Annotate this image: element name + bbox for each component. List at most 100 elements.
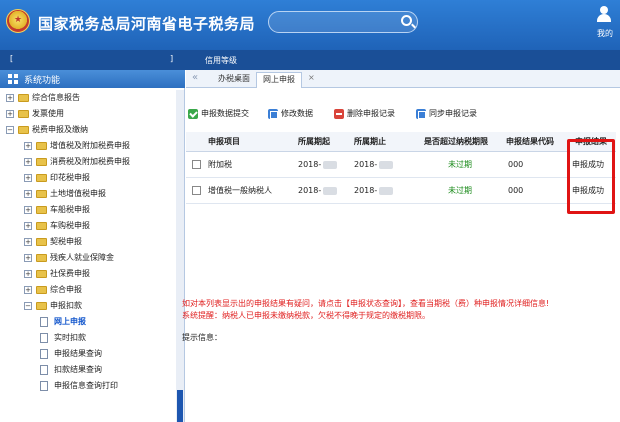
table-header-row: 申报项目 所属期起 所属期止 是否超过纳税期限 申报结果代码 申报结果 bbox=[186, 132, 616, 152]
row-item: 附加税 bbox=[208, 160, 232, 169]
function-tree: + 综合信息报告 + 发票使用 − 税费申报及缴纳 + 增值税及附加税费申报 + 消费税及附加税费… bbox=[0, 90, 176, 394]
redacted-mark bbox=[323, 186, 338, 195]
expand-icon[interactable]: + bbox=[24, 286, 32, 294]
sidebar-item[interactable]: + 土地增值税申报 bbox=[0, 186, 176, 202]
expand-icon[interactable]: + bbox=[24, 158, 32, 166]
sidebar-item[interactable]: − 税费申报及缴纳 bbox=[0, 122, 176, 138]
sidebar-item[interactable]: 实时扣款 bbox=[0, 330, 176, 346]
sidebar-item-label: 土地增值税申报 bbox=[50, 189, 106, 198]
delete-record-button[interactable]: 删除申报记录 bbox=[334, 106, 395, 122]
sidebar-item[interactable]: + 增值税及附加税费申报 bbox=[0, 138, 176, 154]
sidebar-item-label: 车购税申报 bbox=[50, 221, 90, 230]
col-header-period-start: 所属期起 bbox=[298, 137, 330, 146]
col-header-overdue: 是否超过纳税期限 bbox=[424, 137, 488, 146]
page-icon bbox=[40, 317, 48, 327]
expand-icon[interactable]: + bbox=[24, 206, 32, 214]
sidebar-item[interactable]: + 综合申报 bbox=[0, 282, 176, 298]
search-icon[interactable] bbox=[401, 15, 412, 26]
folder-icon bbox=[36, 238, 47, 246]
tab-bar: « 办税桌面 网上申报 × bbox=[186, 70, 620, 88]
sidebar-item[interactable]: 申报信息查询打印 bbox=[0, 378, 176, 394]
sidebar-item[interactable]: + 发票使用 bbox=[0, 106, 176, 122]
folder-icon bbox=[36, 142, 47, 150]
site-header: ★ 国家税务总局河南省电子税务局 我的 bbox=[0, 0, 620, 50]
sidebar-item[interactable]: + 印花税申报 bbox=[0, 170, 176, 186]
row-period-end: 2018- bbox=[354, 152, 394, 177]
site-title: 国家税务总局河南省电子税务局 bbox=[38, 15, 256, 33]
sidebar-item-label: 税费申报及缴纳 bbox=[32, 125, 88, 134]
table-row[interactable]: 附加税 2018- 2018- 未过期 000 申报成功 bbox=[186, 152, 616, 178]
sidebar-item[interactable]: + 车船税申报 bbox=[0, 202, 176, 218]
sync-icon bbox=[416, 109, 426, 119]
row-checkbox[interactable] bbox=[192, 160, 201, 169]
sidebar-item-label: 申报扣款 bbox=[50, 301, 82, 310]
main-panel: « 办税桌面 网上申报 × 申报数据提交 修改数据 删除申报记录 同步申报记录 … bbox=[186, 70, 620, 422]
expand-icon[interactable]: + bbox=[24, 238, 32, 246]
sidebar-title: 系统功能 bbox=[24, 76, 61, 86]
expand-icon[interactable]: + bbox=[6, 94, 14, 102]
sidebar-item[interactable]: + 车购税申报 bbox=[0, 218, 176, 234]
sidebar-item[interactable]: + 残疾人就业保障金 bbox=[0, 250, 176, 266]
redacted-mark bbox=[323, 160, 338, 169]
expand-icon[interactable]: + bbox=[24, 174, 32, 182]
row-overdue: 未过期 bbox=[448, 186, 472, 195]
notice-line-2: 系统提醒：纳税人已申报未缴纳税款，欠税不得晚于规定的缴税期限。 bbox=[182, 311, 430, 320]
row-period-end: 2018- bbox=[354, 178, 394, 203]
folder-icon bbox=[36, 174, 47, 182]
modify-data-label: 修改数据 bbox=[281, 109, 313, 118]
collapse-icon[interactable]: − bbox=[24, 302, 32, 310]
sidebar-item-label: 增值税及附加税费申报 bbox=[50, 141, 130, 150]
sidebar-header: 系统功能 bbox=[0, 70, 185, 88]
sidebar-item[interactable]: + 契税申报 bbox=[0, 234, 176, 250]
tab-online-declaration[interactable]: 网上申报 bbox=[256, 72, 302, 88]
sidebar-scrollbar[interactable] bbox=[176, 90, 184, 422]
expand-icon[interactable]: + bbox=[24, 190, 32, 198]
sidebar-scroll-thumb[interactable] bbox=[177, 390, 183, 422]
expand-icon[interactable]: + bbox=[24, 270, 32, 278]
prompt-label: 提示信息： bbox=[182, 333, 222, 342]
modify-data-button[interactable]: 修改数据 bbox=[268, 106, 313, 122]
sidebar-item[interactable]: 扣款结果查询 bbox=[0, 362, 176, 378]
grid-menu-icon bbox=[8, 74, 18, 84]
table-row[interactable]: 增值税一般纳税人 2018- 2018- 未过期 000 申报成功 bbox=[186, 178, 616, 204]
sidebar-item[interactable]: − 申报扣款 bbox=[0, 298, 176, 314]
tab-close-icon[interactable]: × bbox=[308, 73, 315, 82]
tab-desktop[interactable]: 办税桌面 bbox=[212, 72, 256, 88]
collapse-icon[interactable]: − bbox=[6, 126, 14, 134]
expand-icon[interactable]: + bbox=[24, 222, 32, 230]
sidebar-item-label: 社保费申报 bbox=[50, 269, 90, 278]
redacted-mark bbox=[379, 160, 394, 169]
page-icon bbox=[40, 333, 48, 343]
folder-icon bbox=[36, 302, 47, 310]
edit-icon bbox=[268, 109, 278, 119]
folder-icon bbox=[18, 126, 29, 134]
sidebar-item-label: 实时扣款 bbox=[54, 333, 86, 342]
delete-record-label: 删除申报记录 bbox=[347, 109, 395, 118]
submit-declaration-button[interactable]: 申报数据提交 bbox=[188, 106, 249, 122]
sidebar-item[interactable]: 网上申报 bbox=[0, 314, 176, 330]
credit-level-label: 信用等级 bbox=[205, 56, 237, 65]
user-menu-label[interactable]: 我的 bbox=[597, 28, 613, 39]
sidebar-item-label: 残疾人就业保障金 bbox=[50, 253, 114, 262]
col-header-result-code: 申报结果代码 bbox=[506, 137, 554, 146]
notice-line-1: 如对本列表显示出的申报结果有疑问，请点击【申报状态查询】，查看当期税（费）种申报… bbox=[182, 299, 550, 308]
sidebar-item[interactable]: + 社保费申报 bbox=[0, 266, 176, 282]
row-item: 增值税一般纳税人 bbox=[208, 186, 272, 195]
sidebar-item[interactable]: 申报结果查询 bbox=[0, 346, 176, 362]
sidebar-item[interactable]: + 消费税及附加税费申报 bbox=[0, 154, 176, 170]
expand-icon[interactable]: + bbox=[24, 142, 32, 150]
sync-record-button[interactable]: 同步申报记录 bbox=[416, 106, 477, 122]
search-input[interactable] bbox=[268, 11, 418, 33]
sidebar-item-label: 车船税申报 bbox=[50, 205, 90, 214]
row-result-code: 000 bbox=[508, 160, 524, 169]
row-checkbox[interactable] bbox=[192, 186, 201, 195]
sidebar-item[interactable]: + 综合信息报告 bbox=[0, 90, 176, 106]
folder-icon bbox=[36, 270, 47, 278]
expand-icon[interactable]: + bbox=[24, 254, 32, 262]
row-overdue: 未过期 bbox=[448, 160, 472, 169]
folder-icon bbox=[18, 94, 29, 102]
expand-icon[interactable]: + bbox=[6, 110, 14, 118]
tab-scroll-left-icon[interactable]: « bbox=[192, 72, 198, 83]
sidebar-item-label: 契税申报 bbox=[50, 237, 82, 246]
user-icon[interactable] bbox=[597, 6, 611, 22]
